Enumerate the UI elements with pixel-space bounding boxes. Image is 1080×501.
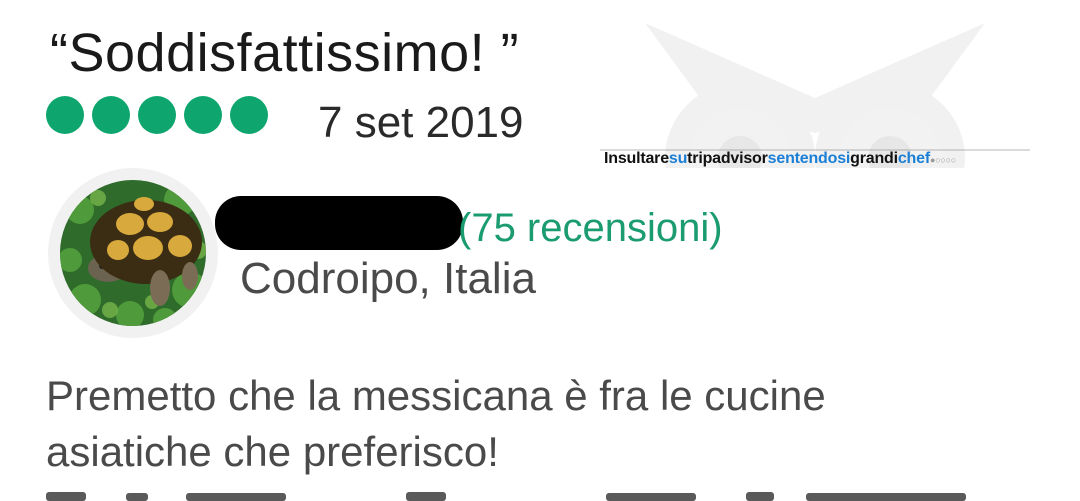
review-count-link[interactable]: (75 recensioni) bbox=[458, 206, 723, 251]
rating-bubble bbox=[230, 96, 268, 134]
rating-bubble bbox=[92, 96, 130, 134]
review-date: 7 set 2019 bbox=[318, 98, 524, 147]
avatar[interactable] bbox=[60, 180, 206, 326]
rating-bubble bbox=[46, 96, 84, 134]
redacted-username bbox=[215, 196, 463, 250]
owl-watermark-icon bbox=[600, 23, 1030, 168]
review-text-line: Premetto che la messicana è fra le cucin… bbox=[46, 372, 826, 419]
watermark-word: sentendosi bbox=[767, 150, 851, 167]
watermark-word: Insultare bbox=[604, 150, 669, 167]
rating-bubble bbox=[138, 96, 176, 134]
rating-bubble bbox=[184, 96, 222, 134]
review-text-line: asiatiche che preferisco! bbox=[46, 428, 499, 475]
watermark-word: su bbox=[668, 150, 688, 167]
watermark-word: grandi bbox=[850, 150, 898, 167]
watermark-caption: Insultaresutripadvisorsentendosigrandich… bbox=[604, 150, 956, 168]
watermark-dots: ●○○○○ bbox=[929, 155, 957, 165]
rating-bubbles bbox=[46, 96, 276, 134]
watermark-word: chef bbox=[897, 150, 930, 167]
review-body: Premetto che la messicana è fra le cucin… bbox=[46, 368, 1046, 480]
clipped-next-line bbox=[46, 492, 966, 501]
reviewer-location: Codroipo, Italia bbox=[240, 254, 536, 303]
watermark-word: tripadvisor bbox=[687, 150, 768, 167]
review-title: “Soddisfattissimo! ” bbox=[50, 23, 520, 83]
